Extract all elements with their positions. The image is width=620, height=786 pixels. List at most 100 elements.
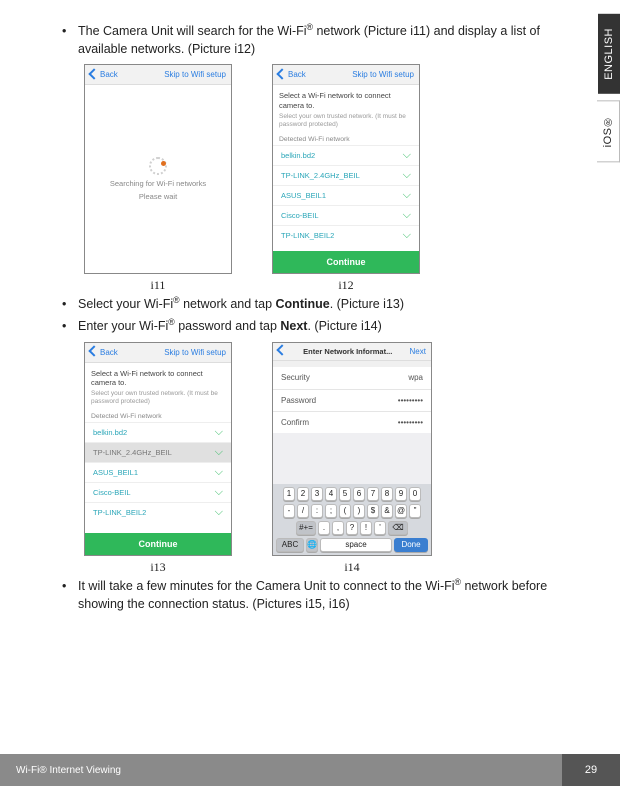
back-button[interactable]	[278, 346, 286, 356]
key[interactable]: (	[339, 504, 351, 518]
wifi-icon: ⌵	[403, 189, 411, 202]
key-globe[interactable]: 🌐	[306, 538, 318, 552]
form-gap	[273, 433, 431, 484]
wifi-icon: ⌵	[403, 169, 411, 182]
phone-header: Back Skip to Wifi setup	[273, 65, 419, 85]
key[interactable]: )	[353, 504, 365, 518]
next-button[interactable]: Next	[410, 347, 426, 356]
key[interactable]: 6	[353, 487, 365, 501]
figure-row-1: Back Skip to Wifi setup Searching for Wi…	[84, 64, 572, 293]
phone-i12: Back Skip to Wifi setup Select a Wi-Fi n…	[272, 64, 420, 274]
key[interactable]: /	[297, 504, 309, 518]
figure-label: i12	[338, 278, 353, 293]
back-button[interactable]: Back	[90, 70, 118, 80]
network-item[interactable]: ASUS_BEIL1⌵	[273, 185, 419, 205]
wifi-icon: ⌵	[215, 506, 223, 519]
network-item[interactable]: TP-LINK_BEIL2⌵	[273, 225, 419, 245]
key-space[interactable]: space	[320, 538, 392, 552]
figure-i11: Back Skip to Wifi setup Searching for Wi…	[84, 64, 232, 293]
key[interactable]: .	[318, 521, 330, 535]
phone-i14: Enter Network Informat... Next Securityw…	[272, 342, 432, 556]
page-number: 29	[562, 754, 620, 786]
wifi-icon: ⌵	[215, 466, 223, 479]
key[interactable]: "	[409, 504, 421, 518]
phone-i11: Back Skip to Wifi setup Searching for Wi…	[84, 64, 232, 274]
chevron-left-icon	[90, 70, 98, 80]
key[interactable]: '	[374, 521, 386, 535]
network-item[interactable]: belkin.bd2⌵	[273, 145, 419, 165]
footer-section-title: Wi-Fi® Internet Viewing	[0, 754, 562, 786]
key[interactable]: 0	[409, 487, 421, 501]
network-item[interactable]: belkin.bd2⌵	[85, 422, 231, 442]
key-abc[interactable]: ABC	[276, 538, 304, 552]
network-item[interactable]: ASUS_BEIL1⌵	[85, 462, 231, 482]
network-item-selected[interactable]: TP-LINK_2.4GHz_BEIL⌵	[85, 442, 231, 462]
key[interactable]: ?	[346, 521, 358, 535]
key[interactable]: 2	[297, 487, 309, 501]
figure-i14: Enter Network Informat... Next Securityw…	[272, 342, 432, 575]
keyboard: 1 2 3 4 5 6 7 8 9 0 - / :	[273, 484, 431, 555]
wifi-icon: ⌵	[403, 149, 411, 162]
bullet-1: The Camera Unit will search for the Wi-F…	[58, 22, 572, 58]
key[interactable]: 8	[381, 487, 393, 501]
detected-label: Detected Wi-Fi network	[85, 409, 231, 422]
skip-link[interactable]: Skip to Wifi setup	[352, 70, 414, 79]
figure-label: i11	[151, 278, 166, 293]
instruction-list: Select your Wi-Fi® network and tap Conti…	[58, 295, 572, 335]
select-network-sub: Select your own trusted network. (It mus…	[273, 113, 419, 132]
key-shift[interactable]: #+=	[296, 521, 316, 535]
figure-label: i13	[150, 560, 165, 575]
phone-header: Back Skip to Wifi setup	[85, 65, 231, 85]
select-network-heading: Select a Wi-Fi network to connect camera…	[85, 363, 231, 391]
phone-body: Select a Wi-Fi network to connect camera…	[273, 85, 419, 251]
network-item[interactable]: TP-LINK_2.4GHz_BEIL⌵	[273, 165, 419, 185]
phone-i13: Back Skip to Wifi setup Select a Wi-Fi n…	[84, 342, 232, 556]
wifi-icon: ⌵	[215, 486, 223, 499]
password-row[interactable]: Password•••••••••	[273, 389, 431, 411]
please-wait-text: Please wait	[139, 192, 177, 201]
wifi-icon: ⌵	[215, 426, 223, 439]
key[interactable]: !	[360, 521, 372, 535]
spinner-icon	[149, 157, 167, 175]
form-fields: Securitywpa Password••••••••• Confirm•••…	[273, 367, 431, 433]
security-row[interactable]: Securitywpa	[273, 367, 431, 389]
bullet-4: It will take a few minutes for the Camer…	[58, 577, 572, 613]
figure-i13: Back Skip to Wifi setup Select a Wi-Fi n…	[84, 342, 232, 575]
key[interactable]: $	[367, 504, 379, 518]
key[interactable]: 9	[395, 487, 407, 501]
network-item[interactable]: Cisco-BEIL⌵	[85, 482, 231, 502]
back-button[interactable]: Back	[90, 347, 118, 357]
chevron-left-icon	[90, 347, 98, 357]
select-network-sub: Select your own trusted network. (It mus…	[85, 390, 231, 409]
phone-header: Enter Network Informat... Next	[273, 343, 431, 361]
instruction-list: It will take a few minutes for the Camer…	[58, 577, 572, 613]
key-backspace[interactable]: ⌫	[388, 521, 408, 535]
key[interactable]: 3	[311, 487, 323, 501]
network-item[interactable]: TP-LINK_BEIL2⌵	[85, 502, 231, 522]
network-item[interactable]: Cisco-BEIL⌵	[273, 205, 419, 225]
key[interactable]: :	[311, 504, 323, 518]
figure-row-2: Back Skip to Wifi setup Select a Wi-Fi n…	[84, 342, 572, 575]
back-button[interactable]: Back	[278, 70, 306, 80]
key[interactable]: ,	[332, 521, 344, 535]
screen-title: Enter Network Informat...	[303, 347, 392, 356]
page-footer: Wi-Fi® Internet Viewing 29	[0, 754, 620, 786]
select-network-heading: Select a Wi-Fi network to connect camera…	[273, 85, 419, 113]
key[interactable]: 5	[339, 487, 351, 501]
key[interactable]: 1	[283, 487, 295, 501]
key[interactable]: &	[381, 504, 393, 518]
key[interactable]: -	[283, 504, 295, 518]
figure-label: i14	[344, 560, 359, 575]
key-done[interactable]: Done	[394, 538, 428, 552]
key[interactable]: ;	[325, 504, 337, 518]
skip-link[interactable]: Skip to Wifi setup	[164, 348, 226, 357]
key[interactable]: 4	[325, 487, 337, 501]
continue-button[interactable]: Continue	[85, 533, 231, 555]
confirm-row[interactable]: Confirm•••••••••	[273, 411, 431, 433]
chevron-left-icon	[278, 347, 286, 356]
key[interactable]: @	[395, 504, 407, 518]
phone-body: Select a Wi-Fi network to connect camera…	[85, 363, 231, 533]
key[interactable]: 7	[367, 487, 379, 501]
skip-link[interactable]: Skip to Wifi setup	[164, 70, 226, 79]
continue-button[interactable]: Continue	[273, 251, 419, 273]
